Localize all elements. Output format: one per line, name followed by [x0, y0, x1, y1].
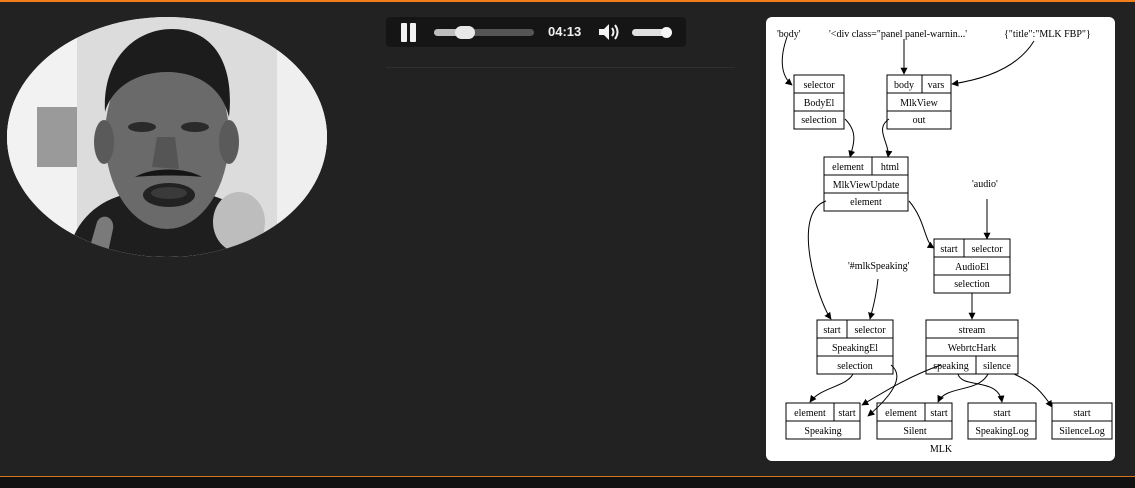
edge-body-to-bodyel	[781, 36, 793, 86]
node-speakinglog[interactable]: start SpeakingLog	[967, 402, 1037, 440]
port-label: start	[930, 408, 947, 419]
input-label-title: {"title":"MLK FBP"}	[1004, 29, 1091, 40]
node-silencelog[interactable]: start SilenceLog	[1051, 402, 1113, 440]
port-label: start	[823, 325, 840, 336]
node-name: BodyEl	[804, 98, 835, 109]
port-label: html	[881, 162, 900, 173]
node-name: MlkView	[900, 98, 939, 109]
node-speakingel[interactable]: start selector SpeakingEl selection	[816, 319, 894, 375]
port-label: speaking	[933, 361, 969, 372]
port-label: selection	[954, 279, 990, 290]
input-label-div: '<div class="panel panel-warnin...'	[829, 29, 967, 40]
graph-title: MLK	[930, 444, 953, 455]
bottom-bar	[0, 476, 1135, 488]
port-label: out	[913, 115, 926, 126]
node-name: MlkViewUpdate	[833, 180, 900, 191]
flow-graph: 'body' '<div class="panel panel-warnin..…	[777, 29, 1113, 455]
port-label: vars	[928, 80, 945, 91]
port-label: selector	[854, 325, 886, 336]
node-name: WebrtcHark	[948, 343, 997, 354]
port-label: silence	[983, 361, 1011, 372]
edge-update-to-audioel	[908, 200, 935, 249]
edge-mlk-to-speakingel	[868, 278, 879, 320]
node-name: AudioEl	[955, 262, 989, 273]
port-label: element	[850, 197, 882, 208]
node-name: SilenceLog	[1059, 426, 1105, 437]
port-label: start	[838, 408, 855, 419]
portrait-illustration	[7, 17, 327, 257]
volume-handle[interactable]	[661, 27, 672, 38]
edge-bodyel-to-update	[844, 118, 856, 158]
node-silent[interactable]: element start Silent	[876, 402, 953, 440]
seek-handle[interactable]	[455, 26, 475, 39]
audio-player: 04:13	[386, 17, 686, 47]
edge-title-to-mlkview	[951, 40, 1035, 87]
edge-speaking-to-speakingstart	[861, 364, 942, 406]
node-mlkview[interactable]: body vars MlkView out	[886, 74, 952, 130]
edge-silence-to-silentstart	[937, 373, 989, 403]
volume-icon[interactable]	[597, 22, 623, 42]
node-speaking[interactable]: element start Speaking	[785, 402, 861, 440]
port-label: selection	[837, 361, 873, 372]
player-divider	[386, 67, 735, 68]
port-label: element	[832, 162, 864, 173]
input-label-mlkspeaking: '#mlkSpeaking'	[848, 261, 910, 272]
speaker-portrait	[7, 17, 327, 257]
edge-speakingel-to-speaking	[809, 373, 854, 403]
node-name: SpeakingEl	[832, 343, 878, 354]
port-label: element	[885, 408, 917, 419]
port-label: selection	[801, 115, 837, 126]
time-display: 04:13	[548, 24, 582, 39]
port-label: start	[1073, 408, 1090, 419]
edge-silence-to-silencelog	[1013, 373, 1053, 408]
node-bodyel[interactable]: selector BodyEl selection	[793, 74, 845, 130]
port-label: body	[894, 80, 914, 91]
edge-update-to-speakingel	[807, 200, 832, 320]
top-accent-bar	[0, 0, 1135, 2]
node-name: Silent	[903, 426, 927, 437]
node-name: SpeakingLog	[975, 426, 1028, 437]
edge-mlkview-to-update	[882, 118, 893, 158]
volume-slider[interactable]	[632, 27, 672, 38]
port-label: stream	[959, 325, 986, 336]
node-name: Speaking	[804, 426, 841, 437]
input-label-audio: 'audio'	[972, 179, 998, 190]
pause-icon[interactable]	[399, 23, 419, 42]
node-audioel[interactable]: start selector AudioEl selection	[933, 238, 1011, 294]
port-label: selector	[803, 80, 835, 91]
port-label: start	[993, 408, 1010, 419]
port-label: element	[794, 408, 826, 419]
port-label: start	[940, 244, 957, 255]
node-webrtchark[interactable]: stream WebrtcHark speaking silence	[925, 319, 1019, 375]
seek-bar[interactable]	[434, 26, 534, 39]
node-mlkviewupdate[interactable]: element html MlkViewUpdate element	[823, 156, 909, 212]
flow-graph-panel: 'body' '<div class="panel panel-warnin..…	[766, 17, 1115, 461]
port-label: selector	[971, 244, 1003, 255]
input-label-body: 'body'	[777, 29, 801, 40]
